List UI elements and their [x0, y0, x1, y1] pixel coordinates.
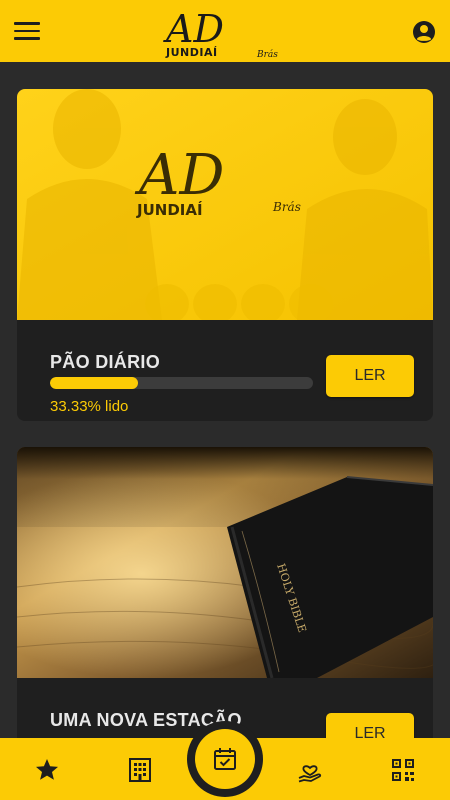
reading-progress-bar: [50, 377, 313, 389]
star-icon[interactable]: [33, 756, 61, 784]
card-image: HOLY BIBLE: [17, 447, 433, 678]
card-logo-script: Brás: [272, 200, 301, 214]
read-button[interactable]: LER: [326, 713, 414, 738]
read-button[interactable]: LER: [326, 355, 414, 397]
card-logo-monogram: AD: [134, 143, 224, 208]
reading-progress-fill: [50, 377, 138, 389]
qr-code-icon[interactable]: [389, 756, 417, 784]
reading-progress-text: 33.33% lido: [50, 398, 129, 415]
app-header: AD JUNDIAÍ Brás: [0, 0, 450, 62]
devotional-card: AD JUNDIAÍ Brás PÃO DIÁRIO 33.33% lido L…: [17, 89, 433, 421]
feed-list[interactable]: AD JUNDIAÍ Brás PÃO DIÁRIO 33.33% lido L…: [0, 62, 450, 738]
logo-monogram: AD: [163, 7, 224, 51]
center-nav-button[interactable]: [187, 721, 263, 797]
calendar-check-icon: [214, 748, 236, 770]
profile-icon[interactable]: [412, 20, 436, 44]
logo-subtitle: JUNDIAÍ: [165, 46, 218, 58]
app-logo: AD JUNDIAÍ Brás: [163, 7, 278, 58]
card-logo-subtitle: JUNDIAÍ: [136, 200, 203, 219]
logo-script: Brás: [256, 49, 278, 58]
hand-heart-icon[interactable]: [296, 756, 324, 784]
menu-icon[interactable]: [14, 22, 40, 40]
card-image: AD JUNDIAÍ Brás: [17, 89, 433, 320]
devotional-card: HOLY BIBLE UMA NOVA ESTAÇÃO LER: [17, 447, 433, 738]
card-title: PÃO DIÁRIO: [50, 352, 161, 372]
building-icon[interactable]: [126, 756, 154, 784]
